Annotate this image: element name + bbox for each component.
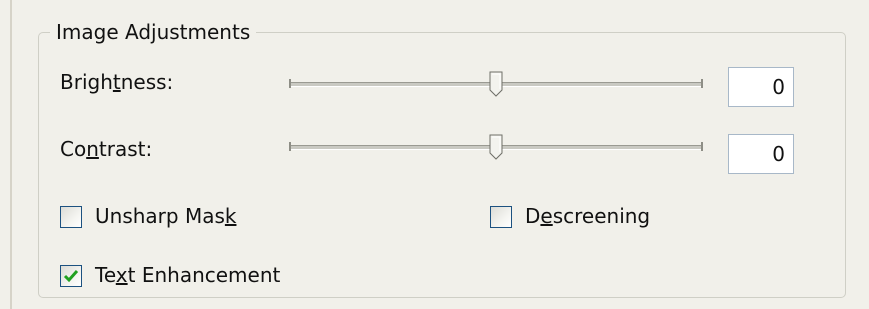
panel-edge (10, 0, 12, 309)
group-title: Image Adjustments (50, 20, 257, 44)
check-mark-icon (63, 270, 79, 283)
contrast-label: Contrast: (60, 137, 153, 161)
descreening-label[interactable]: Descreening (525, 204, 650, 228)
text-enhancement-checkbox[interactable] (60, 265, 82, 287)
brightness-value-field[interactable]: 0 (728, 67, 794, 107)
brightness-label: Brightness: (60, 70, 174, 94)
contrast-slider-thumb[interactable] (489, 134, 503, 160)
descreening-checkbox[interactable] (490, 206, 512, 228)
text-enhancement-label[interactable]: Text Enhancement (95, 263, 280, 287)
unsharp-mask-checkbox[interactable] (60, 206, 82, 228)
contrast-value-field[interactable]: 0 (728, 134, 794, 174)
unsharp-mask-label[interactable]: Unsharp Mask (95, 204, 236, 228)
brightness-slider-thumb[interactable] (489, 71, 503, 97)
